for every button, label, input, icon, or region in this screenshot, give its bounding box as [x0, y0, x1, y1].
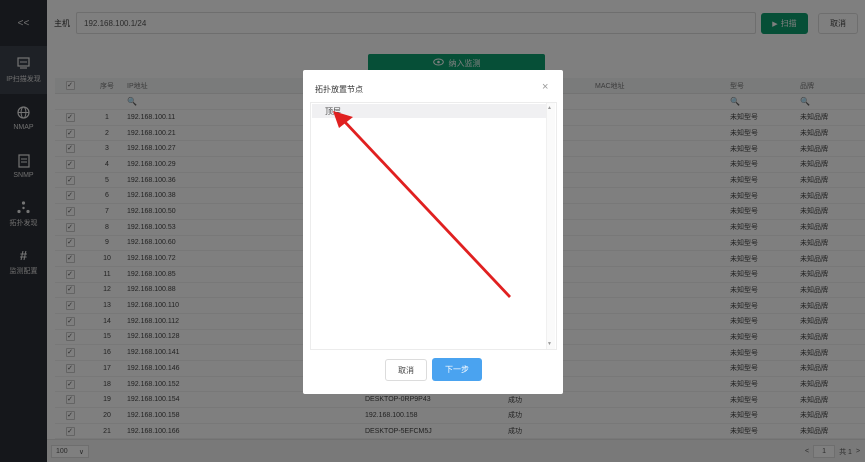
scroll-down-icon[interactable]: ▼	[547, 341, 552, 347]
dialog-title: 拓扑放置节点	[315, 85, 363, 94]
tree-scrollbar[interactable]: ▲ ▼	[546, 103, 555, 349]
topology-node-dialog: 拓扑放置节点 × 顶层 ▲ ▼ 取消 下一步	[303, 70, 563, 394]
scroll-up-icon[interactable]: ▲	[547, 105, 552, 111]
close-icon[interactable]: ×	[542, 81, 548, 93]
tree-node-top-level[interactable]: 顶层	[312, 104, 548, 118]
dialog-next-button[interactable]: 下一步	[432, 358, 482, 381]
node-tree: 顶层 ▲ ▼	[310, 102, 557, 350]
dialog-cancel-button[interactable]: 取消	[385, 359, 427, 381]
